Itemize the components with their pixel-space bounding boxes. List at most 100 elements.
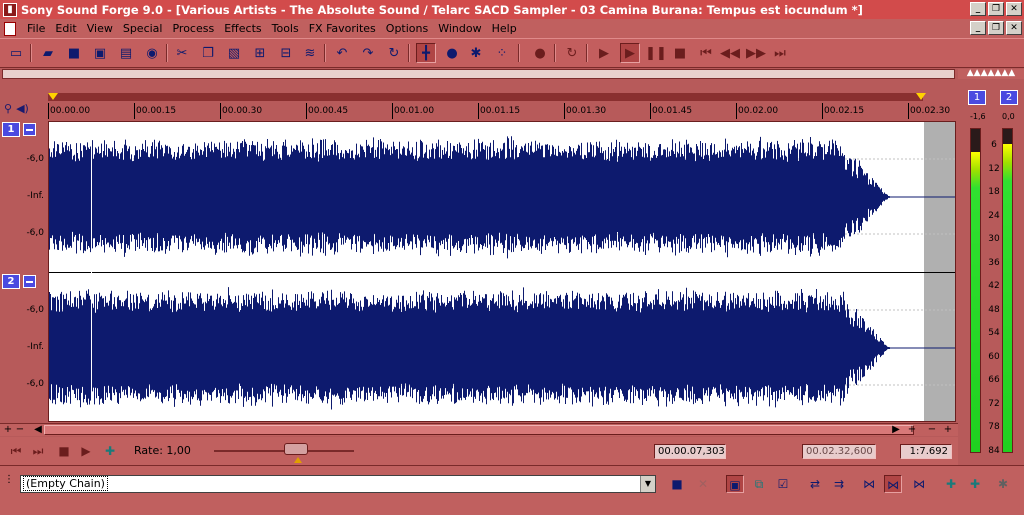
forward-icon[interactable]: ▶▶ bbox=[746, 43, 766, 63]
level-zoom-out-icon[interactable]: − bbox=[926, 424, 938, 436]
dock-grip-icon[interactable]: ⋮ bbox=[3, 474, 15, 486]
go-start-icon[interactable]: ⏮ bbox=[696, 43, 716, 63]
stop-icon[interactable]: ■ bbox=[670, 43, 690, 63]
menu-process[interactable]: Process bbox=[167, 22, 219, 35]
move-left-icon[interactable]: ⇄ bbox=[806, 475, 824, 493]
plugin-chain-select[interactable]: (Empty Chain) ▼ bbox=[20, 475, 656, 493]
plugin-b-icon[interactable]: ✚ bbox=[966, 475, 984, 493]
rewind-icon[interactable]: ◀◀ bbox=[720, 43, 740, 63]
mix-icon[interactable]: ⊞ bbox=[250, 43, 270, 63]
zoom-in-icon[interactable]: + bbox=[2, 424, 14, 436]
waveform-crop-icon[interactable]: ≋ bbox=[300, 43, 320, 63]
maximize-button[interactable]: ❐ bbox=[988, 2, 1004, 16]
chevron-down-icon[interactable]: ▼ bbox=[640, 476, 655, 492]
pencil-tool-icon[interactable]: ✱ bbox=[466, 43, 486, 63]
selection-bar[interactable] bbox=[48, 93, 923, 101]
trim-icon[interactable]: ⊟ bbox=[276, 43, 296, 63]
properties-icon[interactable]: ◉ bbox=[142, 43, 162, 63]
save-icon[interactable]: ■ bbox=[64, 43, 84, 63]
scroll-thumb[interactable] bbox=[44, 425, 914, 435]
waveform-channel[interactable] bbox=[49, 136, 957, 259]
new-icon[interactable]: ▭ bbox=[6, 43, 26, 63]
pause-icon[interactable]: ❚❚ bbox=[645, 43, 667, 63]
time-ruler[interactable]: 00.00.00 00.00.15 00.00.30 00.00.45 00.01.00… bbox=[48, 93, 956, 120]
menu-tools[interactable]: Tools bbox=[267, 22, 304, 35]
menu-options[interactable]: Options bbox=[381, 22, 433, 35]
meter-2-peak[interactable]: 0,0 bbox=[1002, 112, 1015, 121]
cut-icon[interactable]: ✂ bbox=[172, 43, 192, 63]
merge-icon[interactable]: ⋈ bbox=[910, 475, 928, 493]
edit-tool-icon[interactable]: ╋ bbox=[416, 43, 436, 63]
doc-restore-button[interactable]: ❐ bbox=[988, 21, 1004, 35]
bypass-icon[interactable]: ▣ bbox=[726, 475, 744, 493]
save-as-icon[interactable]: ▣ bbox=[90, 43, 110, 63]
meter-2-label[interactable]: 2 bbox=[1000, 90, 1018, 105]
render-icon[interactable]: ▤ bbox=[116, 43, 136, 63]
menu-help[interactable]: Help bbox=[487, 22, 522, 35]
settings-icon[interactable]: ✱ bbox=[994, 475, 1012, 493]
speaker-icon[interactable]: ◀) bbox=[16, 102, 29, 115]
waveform-display[interactable] bbox=[48, 121, 956, 422]
split-icon[interactable]: ⋈ bbox=[860, 475, 878, 493]
scroll-left-icon[interactable]: ◀ bbox=[32, 424, 44, 436]
envelope-tool-icon[interactable]: ⁘ bbox=[492, 43, 512, 63]
channel-2-label[interactable]: 2 bbox=[2, 274, 20, 289]
doc-close-button[interactable]: ✕ bbox=[1006, 21, 1022, 35]
remove-chain-icon[interactable]: ✕ bbox=[694, 475, 712, 493]
play-icon[interactable]: ▶ bbox=[78, 444, 94, 458]
minimize-button[interactable]: _ bbox=[970, 2, 986, 16]
paste-icon[interactable]: ▧ bbox=[224, 43, 244, 63]
magnify-tool-icon[interactable]: ● bbox=[442, 43, 462, 63]
redo-icon[interactable]: ↷ bbox=[358, 43, 378, 63]
menu-view[interactable]: View bbox=[82, 22, 118, 35]
channel-split-icon[interactable]: ⋈ bbox=[884, 475, 902, 493]
copy-icon[interactable]: ❐ bbox=[198, 43, 218, 63]
stop-icon[interactable]: ■ bbox=[56, 444, 72, 458]
undo-icon[interactable]: ↶ bbox=[332, 43, 352, 63]
scroll-right-icon[interactable]: ▶ bbox=[890, 424, 902, 436]
zoom-in-right-icon[interactable]: + bbox=[906, 424, 918, 436]
end-marker[interactable] bbox=[916, 93, 926, 100]
menu-file[interactable]: File bbox=[22, 22, 50, 35]
close-button[interactable]: ✕ bbox=[1006, 2, 1022, 16]
menu-special[interactable]: Special bbox=[118, 22, 168, 35]
waveform-channel[interactable] bbox=[49, 287, 957, 410]
zoom-ratio[interactable]: 1:7.692 bbox=[900, 444, 952, 459]
menu-fx-favorites[interactable]: FX Favorites bbox=[304, 22, 381, 35]
meter-1-peak[interactable]: -1,6 bbox=[970, 112, 986, 121]
level-zoom-in-icon[interactable]: + bbox=[942, 424, 954, 436]
menu-window[interactable]: Window bbox=[433, 22, 486, 35]
play-all-icon[interactable]: ▶ bbox=[594, 43, 614, 63]
channel-2-minimize-button[interactable] bbox=[23, 275, 36, 288]
loop-icon[interactable]: ↻ bbox=[562, 43, 582, 63]
go-end-icon[interactable]: ⏭ bbox=[30, 444, 46, 458]
move-right-icon[interactable]: ⇉ bbox=[830, 475, 848, 493]
waveform-svg[interactable] bbox=[49, 122, 956, 422]
play-normal-icon[interactable]: ✚ bbox=[102, 444, 118, 458]
cursor-position[interactable]: 00.00.07,303 bbox=[654, 444, 726, 459]
sf-icon[interactable]: ▮ bbox=[3, 2, 17, 17]
plugin-a-icon[interactable]: ✚ bbox=[942, 475, 960, 493]
channel-1-label[interactable]: 1 bbox=[2, 122, 20, 137]
menu-effects[interactable]: Effects bbox=[219, 22, 266, 35]
document-icon[interactable] bbox=[4, 21, 16, 36]
start-marker[interactable] bbox=[48, 93, 58, 100]
apply-icon[interactable]: ☑ bbox=[774, 475, 792, 493]
channel-1-minimize-button[interactable] bbox=[23, 123, 36, 136]
menu-edit[interactable]: Edit bbox=[50, 22, 81, 35]
doc-minimize-button[interactable]: _ bbox=[970, 21, 986, 35]
repeat-icon[interactable]: ↻ bbox=[384, 43, 404, 63]
open-icon[interactable]: ▰ bbox=[38, 43, 58, 63]
rate-slider-thumb[interactable] bbox=[284, 443, 308, 455]
overview-bar[interactable] bbox=[2, 69, 955, 79]
zoom-out-icon[interactable]: − bbox=[14, 424, 26, 436]
record-icon[interactable]: ● bbox=[530, 43, 550, 63]
play-icon[interactable]: ▶ bbox=[620, 43, 640, 63]
go-end-icon[interactable]: ⏭ bbox=[770, 43, 790, 63]
lock-icon[interactable]: ⚲ bbox=[4, 102, 12, 115]
horizontal-scrollbar[interactable]: + − ◀ ▶ + − + bbox=[0, 423, 958, 436]
meter-1-label[interactable]: 1 bbox=[968, 90, 986, 105]
save-chain-icon[interactable]: ■ bbox=[668, 475, 686, 493]
preview-icon[interactable]: ⧉ bbox=[750, 475, 768, 493]
go-start-icon[interactable]: ⏮ bbox=[8, 444, 24, 458]
